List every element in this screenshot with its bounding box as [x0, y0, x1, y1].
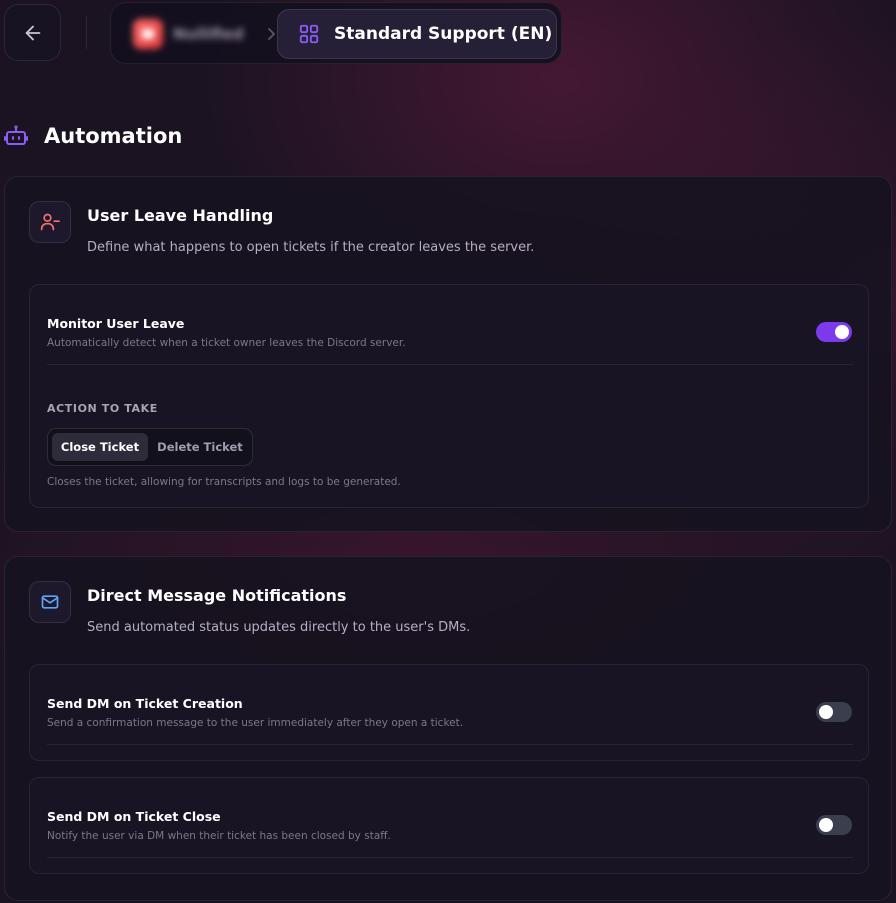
dm-notifications-card: Direct Message Notifications Send automa… [4, 556, 892, 901]
action-selector: Close Ticket Delete Ticket [47, 428, 253, 466]
user-leave-icon-box [29, 201, 71, 243]
user-leave-description: Define what happens to open tickets if t… [87, 240, 535, 255]
breadcrumb: Nullified Standard Support (EN) [110, 2, 562, 64]
dm-icon-box [29, 581, 71, 623]
divider [47, 364, 853, 365]
dm-close-panel: Send DM on Ticket Close Notify the user … [29, 777, 869, 874]
dm-create-panel: Send DM on Ticket Creation Send a confir… [29, 664, 869, 761]
breadcrumb-server[interactable]: Nullified [133, 19, 244, 49]
monitor-toggle[interactable] [816, 322, 852, 342]
divider [47, 857, 853, 858]
delete-ticket-button[interactable]: Delete Ticket [152, 433, 248, 461]
user-leave-title: User Leave Handling [87, 206, 274, 225]
section-heading: Automation [4, 120, 182, 152]
dm-create-label: Send DM on Ticket Creation [47, 696, 243, 711]
server-name: Nullified [173, 25, 244, 43]
monitor-label: Monitor User Leave [47, 316, 185, 331]
server-avatar [133, 19, 163, 49]
header-divider [86, 16, 87, 49]
user-minus-icon [40, 213, 60, 231]
breadcrumb-current[interactable]: Standard Support (EN) [277, 9, 557, 59]
back-button[interactable] [4, 4, 61, 61]
dm-close-label: Send DM on Ticket Close [47, 809, 221, 824]
dm-create-description: Send a confirmation message to the user … [47, 717, 464, 729]
toggle-knob [835, 325, 849, 339]
monitor-description: Automatically detect when a ticket owner… [47, 337, 406, 349]
dm-title: Direct Message Notifications [87, 586, 347, 605]
close-ticket-button[interactable]: Close Ticket [52, 433, 148, 461]
grid-icon [299, 24, 319, 44]
action-description: Closes the ticket, allowing for transcri… [47, 476, 401, 488]
bot-icon [4, 125, 28, 145]
dm-description: Send automated status updates directly t… [87, 620, 471, 635]
page-title: Automation [44, 124, 183, 148]
dm-close-toggle[interactable] [816, 815, 852, 835]
monitor-panel: Monitor User Leave Automatically detect … [29, 284, 869, 508]
toggle-knob [819, 705, 833, 719]
dm-create-toggle[interactable] [816, 702, 852, 722]
mail-icon [41, 595, 59, 609]
dm-close-description: Notify the user via DM when their ticket… [47, 830, 391, 842]
toggle-knob [819, 818, 833, 832]
divider [47, 744, 853, 745]
action-label: ACTION TO TAKE [47, 402, 158, 415]
arrow-left-icon [25, 25, 40, 40]
user-leave-card: User Leave Handling Define what happens … [4, 176, 892, 532]
breadcrumb-current-label: Standard Support (EN) [334, 24, 553, 44]
